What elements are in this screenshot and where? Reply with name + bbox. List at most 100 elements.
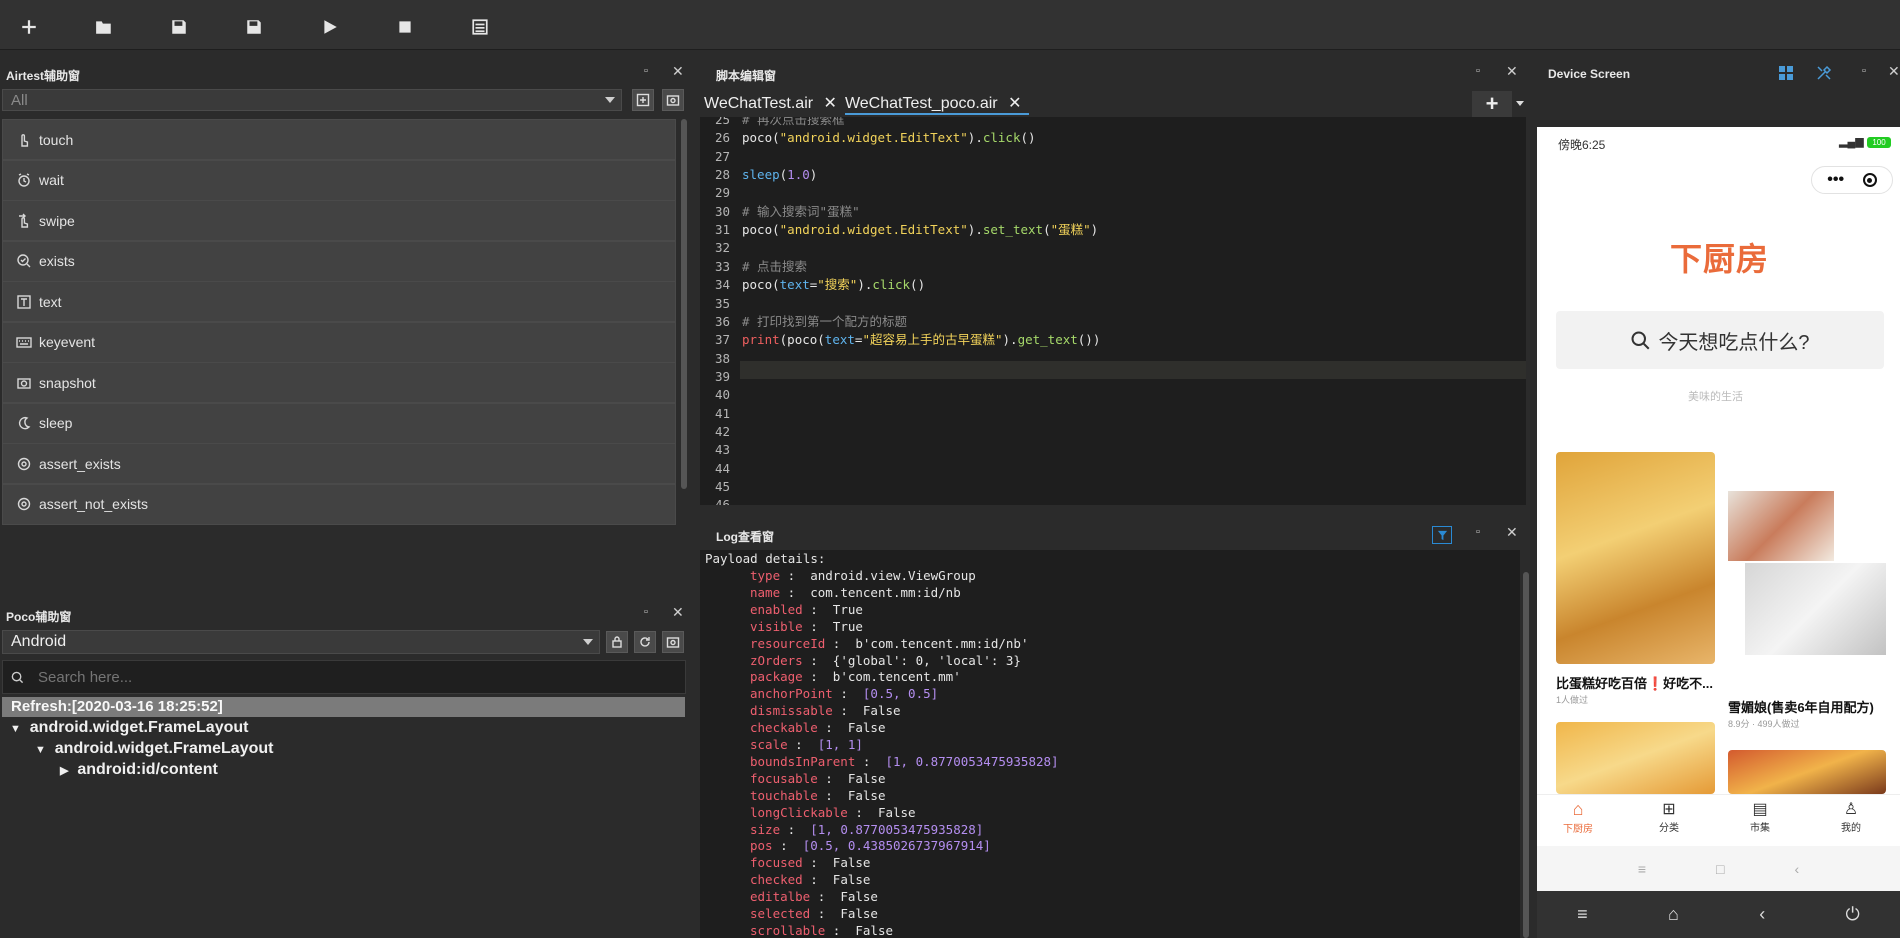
view-log-button[interactable] [468,15,492,39]
airtest-item-keyevent[interactable]: keyevent [2,321,676,363]
log-value: False [847,770,886,786]
phone-screen[interactable]: 傍晚6:25 ▂▄▆ 100 ••• 下厨房 今天想吃点什么? 美味的生活 比蛋… [1537,127,1900,891]
poco-record-button[interactable] [662,631,684,653]
float-icon[interactable]: ▫ [1476,526,1480,538]
airtest-add-button[interactable] [632,89,654,111]
menu-icon[interactable]: ≡ [1638,861,1646,877]
log-key: boundsInParent [750,753,856,769]
close-icon[interactable]: ✕ [1888,63,1900,80]
recipe-card-image[interactable] [1745,563,1886,655]
more-icon[interactable]: ••• [1827,171,1844,189]
float-icon[interactable]: ▫ [644,65,648,77]
code-token: ) [809,167,818,183]
line-number: 46 [714,497,730,505]
float-icon[interactable]: ▫ [1862,65,1866,77]
poco-search-input[interactable] [38,668,638,686]
tools-button[interactable] [1814,63,1834,83]
nav-item-category[interactable]: ⊞ 分类 [1644,799,1694,834]
log-panel: Log查看窗 ▫ ✕ Payload details: type : andro… [700,522,1530,938]
tree-node-label: android:id/content [77,761,218,778]
nav-item-home[interactable]: ⌂ 下厨房 [1553,799,1603,835]
close-icon[interactable]: ✕ [672,604,684,621]
filter-button[interactable] [1432,526,1452,544]
line-number: 33 [714,258,730,274]
airtest-item-assert-exists[interactable]: assert_exists [2,443,676,484]
tab-wechattest-poco[interactable]: WeChatTest_poco.air ✕ [844,93,1030,115]
airtest-filter-select[interactable]: All [2,89,622,111]
recipe-card-image[interactable] [1728,750,1886,794]
home-icon[interactable]: ⌂ [1668,904,1679,925]
close-program-icon[interactable] [1862,173,1877,187]
system-soft-nav: ≡ □ ‹ [1537,846,1900,891]
tree-node-child[interactable]: ▼ android.widget.FrameLayout [35,740,273,758]
airtest-item-touch[interactable]: touch [2,119,676,160]
code-token: () [1020,130,1036,146]
refresh-button[interactable] [634,631,656,653]
menu-icon[interactable]: ≡ [1577,904,1588,925]
layout-toggle-button[interactable] [1776,63,1796,83]
new-script-button[interactable] [17,15,41,39]
airtest-item-exists[interactable]: exists [2,240,676,282]
close-icon[interactable]: ✕ [672,63,684,80]
close-icon[interactable]: ✕ [1506,524,1518,541]
airtest-item-swipe[interactable]: swipe [2,200,676,241]
code-area[interactable]: 25 # 再次点击搜索框 26 poco("android.widget.EditTe… [700,117,1526,505]
recipe-card-title[interactable]: 雪媚娘(售卖6年自用配方) [1728,697,1874,716]
play-icon [324,20,337,34]
keyboard-icon [15,333,33,351]
close-icon[interactable]: ✕ [824,95,837,112]
line-number: 39 [714,368,730,384]
target-icon [15,455,33,473]
stop-button[interactable] [393,15,417,39]
nav-item-me[interactable]: ♙ 我的 [1826,799,1876,834]
tab-wechattest[interactable]: WeChatTest.air ✕ [704,93,845,115]
code-text: # 再次点击搜索框 [742,117,845,129]
log-value: [0.5, 0.5] [862,686,939,702]
square-icon[interactable]: □ [1716,861,1724,877]
float-icon[interactable]: ▫ [644,606,648,618]
recipe-card-image[interactable] [1556,722,1715,794]
log-row: scale : [1, 1] [750,737,863,752]
code-line: 27 [700,148,1526,166]
chevron-down-icon[interactable] [1516,101,1524,106]
back-icon[interactable]: ‹ [1759,904,1765,925]
tree-node-root[interactable]: ▼ android.widget.FrameLayout [10,719,248,737]
line-number: 26 [714,130,730,146]
airtest-item-wait[interactable]: wait [2,159,676,201]
airtest-item-sleep[interactable]: sleep [2,402,676,444]
new-tab-button[interactable]: + [1472,91,1512,117]
app-search-bar[interactable]: 今天想吃点什么? [1556,311,1884,369]
plus-icon: + [1485,91,1499,116]
code-token: poco( [742,130,780,146]
airtest-record-button[interactable] [662,89,684,111]
recipe-card-image[interactable] [1556,452,1715,664]
back-icon[interactable]: ‹ [1794,861,1799,877]
close-icon[interactable]: ✕ [1008,95,1021,112]
tree-node-grandchild[interactable]: ▶ android:id/content [60,761,218,779]
code-line: 38 [700,350,1526,368]
airtest-item-text[interactable]: text [2,281,676,322]
airtest-item-label: assert_not_exists [39,496,148,512]
log-content[interactable]: Payload details: type : android.view.Vie… [700,550,1520,938]
power-icon[interactable]: ⏻ [1846,904,1860,925]
nav-label: 下厨房 [1563,824,1593,835]
recipe-card-image[interactable] [1728,491,1834,561]
airtest-scrollbar[interactable] [681,119,687,489]
lock-button[interactable] [606,631,628,653]
line-number: 27 [714,148,730,164]
poco-mode-select[interactable]: Android [2,630,600,654]
float-icon[interactable]: ▫ [1476,65,1480,77]
save-button[interactable] [167,15,191,39]
poco-search-box[interactable] [2,660,686,694]
nav-item-market[interactable]: ▤ 市集 [1735,799,1785,834]
airtest-item-assert-not-exists[interactable]: assert_not_exists [2,483,676,525]
airtest-item-snapshot[interactable]: snapshot [2,362,676,403]
save-as-button[interactable] [242,15,266,39]
recipe-card-title[interactable]: 比蛋糕好吃百倍❗️好吃不... [1556,673,1713,692]
run-button[interactable] [318,15,342,39]
close-icon[interactable]: ✕ [1506,63,1518,80]
log-scrollbar[interactable] [1523,572,1529,938]
log-key: touchable [750,787,818,803]
open-script-button[interactable] [92,15,116,39]
code-token: get_text [1017,332,1078,348]
